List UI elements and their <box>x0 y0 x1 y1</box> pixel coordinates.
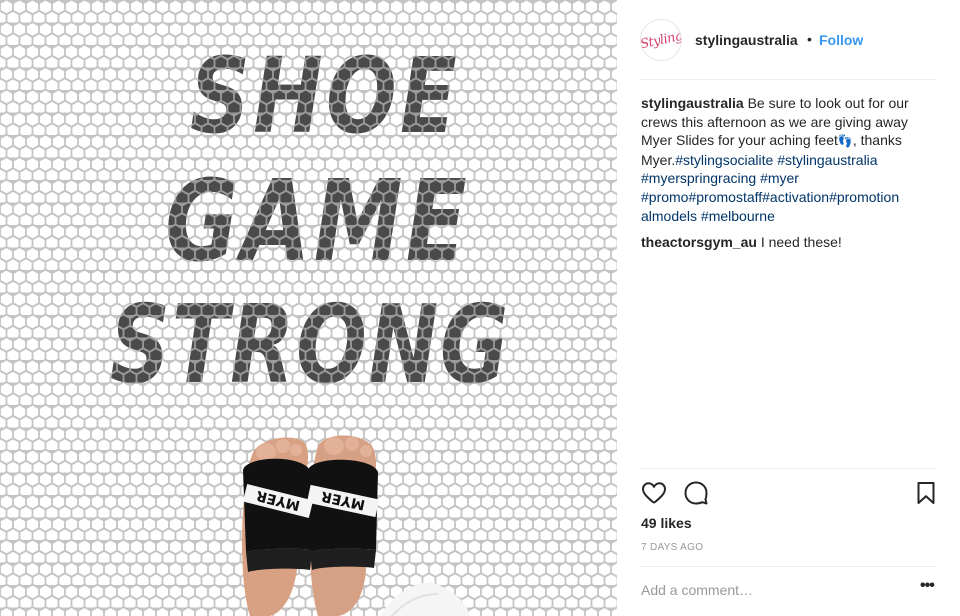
caption-line-4: Myer.#stylingsocialite #stylingaustralia <box>641 151 941 170</box>
caption-text: Be sure to look out for our <box>747 95 909 111</box>
ellipsis-icon: ••• <box>920 577 935 594</box>
comments-list: stylingaustralia Be sure to look out for… <box>641 94 941 260</box>
follow-button[interactable]: Follow <box>819 32 863 48</box>
caption-line-5: #myerspringracing #myer <box>641 169 941 188</box>
header-username[interactable]: stylingaustralia <box>695 32 798 48</box>
post-photo[interactable]: SHOE GAME STRONG MYER MYER <box>0 0 617 616</box>
header-separator-dot: • <box>807 31 812 47</box>
post-timestamp[interactable]: 7 DAYS AGO <box>641 542 703 553</box>
actions-divider <box>639 468 936 469</box>
hashtag-link[interactable]: almodels <box>641 208 697 224</box>
caption-text: Myer. <box>641 151 676 168</box>
caption-line-6: #promo#promostaff#activation#promotion <box>641 188 941 207</box>
likes-count[interactable]: 49 likes <box>641 515 692 531</box>
caption-line-1: stylingaustralia Be sure to look out for… <box>641 94 941 113</box>
image-word-2: GAME <box>165 157 470 287</box>
hashtag-link[interactable]: #stylingaustralia <box>777 152 877 168</box>
hashtag-link[interactable]: #melbourne <box>701 208 775 224</box>
hashtag-link[interactable]: #myerspringracing <box>641 170 756 186</box>
avatar-logo-text: Styling <box>640 28 682 52</box>
like-button[interactable] <box>641 480 667 506</box>
comment-text: I need these! <box>760 234 842 251</box>
add-comment-input[interactable] <box>641 578 901 602</box>
hashtag-link[interactable]: #promo#promostaff#activation#promotion <box>641 189 899 205</box>
speech-bubble-icon <box>684 481 708 505</box>
avatar[interactable]: Styling <box>640 19 682 61</box>
comment-username[interactable]: theactorsgym_au <box>641 234 757 250</box>
caption-username[interactable]: stylingaustralia <box>641 95 744 111</box>
hashtag-link[interactable]: #myer <box>760 170 799 186</box>
header-divider <box>639 79 936 80</box>
hashtag-link[interactable]: #stylingsocialite <box>675 152 773 168</box>
add-comment-divider <box>639 566 936 567</box>
more-options-button[interactable]: ••• <box>920 578 938 595</box>
save-button[interactable] <box>913 480 939 506</box>
comment-item: theactorsgym_au I need these! <box>641 233 941 252</box>
post-side-panel: Styling stylingaustralia • Follow stylin… <box>617 0 960 616</box>
caption-line-7: almodels #melbourne <box>641 207 941 226</box>
image-word-1: SHOE <box>190 35 460 157</box>
hex-tile-floor-image: SHOE GAME STRONG MYER MYER <box>0 0 617 616</box>
caption-line-3: Myer Slides for your aching feet👣, thank… <box>641 131 941 151</box>
post-header: Styling stylingaustralia • Follow <box>617 0 960 80</box>
image-word-3: STRONG <box>110 283 510 408</box>
heart-outline-icon <box>641 482 667 504</box>
caption-line-2: crews this afternoon as we are giving aw… <box>641 113 908 130</box>
comment-button[interactable] <box>683 480 709 506</box>
caption-text: Myer Slides for your aching feet <box>641 132 838 149</box>
bookmark-icon <box>917 482 935 504</box>
caption-text: , thanks <box>852 132 902 149</box>
feet-emoji: 👣 <box>837 134 853 149</box>
caption: stylingaustralia Be sure to look out for… <box>641 94 941 225</box>
